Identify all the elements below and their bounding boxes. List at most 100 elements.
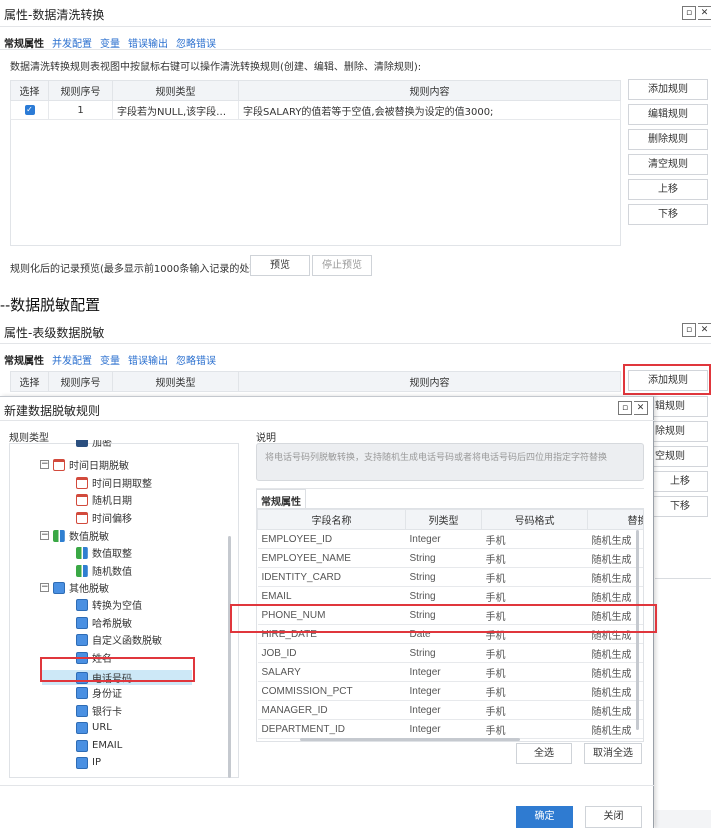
data-icon: [76, 616, 88, 629]
col-rule-content[interactable]: 规则内容: [238, 80, 621, 101]
table-row[interactable]: EMPLOYEE_ID Integer 手机 随机生成: [257, 529, 643, 549]
collapse-toggle-icon[interactable]: −: [40, 460, 49, 469]
col-number-format[interactable]: 号码格式: [481, 509, 588, 530]
col-rule-content[interactable]: 规则内容: [238, 371, 621, 392]
table-row[interactable]: COMMISSION_PCT Integer 手机 随机生成: [257, 681, 643, 701]
tree-item[interactable]: 身份证: [76, 685, 122, 700]
table-row[interactable]: EMAIL String 手机 随机生成: [257, 586, 643, 606]
tree-item[interactable]: 随机日期: [76, 492, 132, 507]
col-rule-type[interactable]: 规则类型: [112, 80, 239, 101]
table-row[interactable]: ✓ 1 字段若为NULL,该字段被... 字段SALARY的值若等于空值,会被替…: [10, 100, 621, 120]
move-up-button[interactable]: 上移: [652, 471, 708, 492]
table-row[interactable]: IDENTITY_CARD String 手机 随机生成: [257, 567, 643, 587]
edit-rule-button[interactable]: 编辑规则: [628, 104, 708, 125]
column-type: Integer: [405, 662, 482, 682]
tab-variables[interactable]: 变量: [100, 35, 120, 50]
field-table: 字段名称 列类型 号码格式 替换方 EMPLOYEE_IDInteger手机随机…: [257, 509, 643, 739]
move-down-button[interactable]: 下移: [652, 496, 708, 517]
tree-item[interactable]: 电话号码: [42, 670, 192, 685]
tree-item[interactable]: 哈希脱敏: [76, 615, 132, 630]
clear-rules-button[interactable]: 清空规则: [628, 154, 708, 175]
col-select[interactable]: 选择: [10, 80, 49, 101]
tab-error-output[interactable]: 错误输出: [128, 352, 168, 367]
table-row[interactable]: SALARY Integer 手机 随机生成: [257, 662, 643, 682]
field-name: PHONE_NUM: [257, 605, 406, 625]
row-checkbox[interactable]: ✓: [24, 104, 35, 115]
restore-icon[interactable]: ▫: [682, 6, 696, 20]
table-row[interactable]: HIRE_DATE Date 手机 随机生成: [257, 624, 643, 644]
number-icon: [53, 529, 65, 542]
dialog-title: 新建数据脱敏规则: [4, 404, 101, 418]
tab-variables[interactable]: 变量: [100, 352, 120, 367]
col-rule-index[interactable]: 规则序号: [48, 371, 113, 392]
tree-item[interactable]: 时间偏移: [76, 510, 132, 525]
close-icon[interactable]: ✕: [634, 401, 648, 415]
move-down-button[interactable]: 下移: [628, 204, 708, 225]
tree-item[interactable]: − 时间日期脱敏: [40, 457, 129, 472]
delete-rule-button[interactable]: 除规则: [652, 421, 708, 442]
tree-item[interactable]: 转换为空值: [76, 597, 142, 612]
tab-general[interactable]: 常规属性: [4, 352, 44, 367]
tab-general[interactable]: 常规属性: [4, 35, 44, 50]
tree-scrollbar[interactable]: [228, 536, 231, 778]
table-row[interactable]: DEPARTMENT_ID Integer 手机 随机生成: [257, 719, 643, 739]
column-type: Date: [405, 624, 482, 644]
table-row[interactable]: MANAGER_ID Integer 手机 随机生成: [257, 700, 643, 720]
collapse-toggle-icon[interactable]: −: [40, 583, 49, 592]
field-table-vscrollbar[interactable]: [636, 530, 639, 730]
close-icon[interactable]: ✕: [698, 323, 711, 337]
panel1-tabs: 常规属性 并发配置 变量 错误输出 忽略错误: [4, 35, 216, 50]
add-rule-button[interactable]: 添加规则: [628, 370, 708, 391]
tab-ignore-errors[interactable]: 忽略错误: [176, 35, 216, 50]
table-row[interactable]: JOB_ID String 手机 随机生成: [257, 643, 643, 663]
restore-icon[interactable]: ▫: [682, 323, 696, 337]
tab-error-output[interactable]: 错误输出: [128, 35, 168, 50]
move-up-button[interactable]: 上移: [628, 179, 708, 200]
column-type: String: [405, 567, 482, 587]
col-select[interactable]: 选择: [10, 371, 49, 392]
col-replace-mode[interactable]: 替换方: [587, 509, 643, 530]
tree-item[interactable]: 加密: [76, 440, 112, 448]
description-label: 说明: [256, 433, 276, 444]
tree-item[interactable]: − 数值脱敏: [40, 528, 109, 543]
tree-item[interactable]: 姓名: [76, 650, 112, 665]
restore-icon[interactable]: ▫: [618, 401, 632, 415]
deselect-all-button[interactable]: 取消全选: [584, 743, 642, 764]
close-button[interactable]: 关闭: [585, 806, 642, 828]
delete-rule-button[interactable]: 删除规则: [628, 129, 708, 150]
col-rule-type[interactable]: 规则类型: [112, 371, 239, 392]
tree-item[interactable]: 随机数值: [76, 563, 132, 578]
tab-concurrency[interactable]: 并发配置: [52, 352, 92, 367]
tree-item[interactable]: 自定义函数脱敏: [76, 632, 162, 647]
ok-button[interactable]: 确定: [516, 806, 573, 828]
col-field-name[interactable]: 字段名称: [257, 509, 406, 530]
data-icon: [76, 598, 88, 611]
tree-item[interactable]: 时间日期取整: [76, 475, 152, 490]
edit-rule-button[interactable]: 辑规则: [652, 396, 708, 417]
rule-index: 1: [48, 100, 113, 120]
tree-item[interactable]: URL: [76, 720, 112, 735]
tree-item[interactable]: IP: [76, 755, 101, 770]
clear-rules-button[interactable]: 空规则: [652, 446, 708, 467]
tree-item[interactable]: EMAIL: [76, 738, 122, 753]
calendar-icon: [53, 458, 65, 471]
table-row[interactable]: PHONE_NUM String 手机 随机生成: [257, 605, 643, 625]
close-icon[interactable]: ✕: [698, 6, 711, 20]
stop-preview-button[interactable]: 停止预览: [312, 255, 372, 276]
tree-item[interactable]: 银行卡: [76, 703, 122, 718]
tree-item[interactable]: 数值取整: [76, 545, 132, 560]
column-type: String: [405, 643, 482, 663]
field-table-hscrollbar[interactable]: [300, 738, 520, 741]
col-rule-index[interactable]: 规则序号: [48, 80, 113, 101]
field-name: MANAGER_ID: [257, 700, 406, 720]
select-all-button[interactable]: 全选: [516, 743, 572, 764]
tree-item[interactable]: − 其他脱敏: [40, 580, 109, 595]
collapse-toggle-icon[interactable]: −: [40, 531, 49, 540]
table-row[interactable]: EMPLOYEE_NAME String 手机 随机生成: [257, 548, 643, 568]
rule-type: 字段若为NULL,该字段被...: [112, 100, 239, 120]
tab-concurrency[interactable]: 并发配置: [52, 35, 92, 50]
add-rule-button[interactable]: 添加规则: [628, 79, 708, 100]
col-column-type[interactable]: 列类型: [405, 509, 482, 530]
tab-ignore-errors[interactable]: 忽略错误: [176, 352, 216, 367]
preview-button[interactable]: 预览: [250, 255, 310, 276]
